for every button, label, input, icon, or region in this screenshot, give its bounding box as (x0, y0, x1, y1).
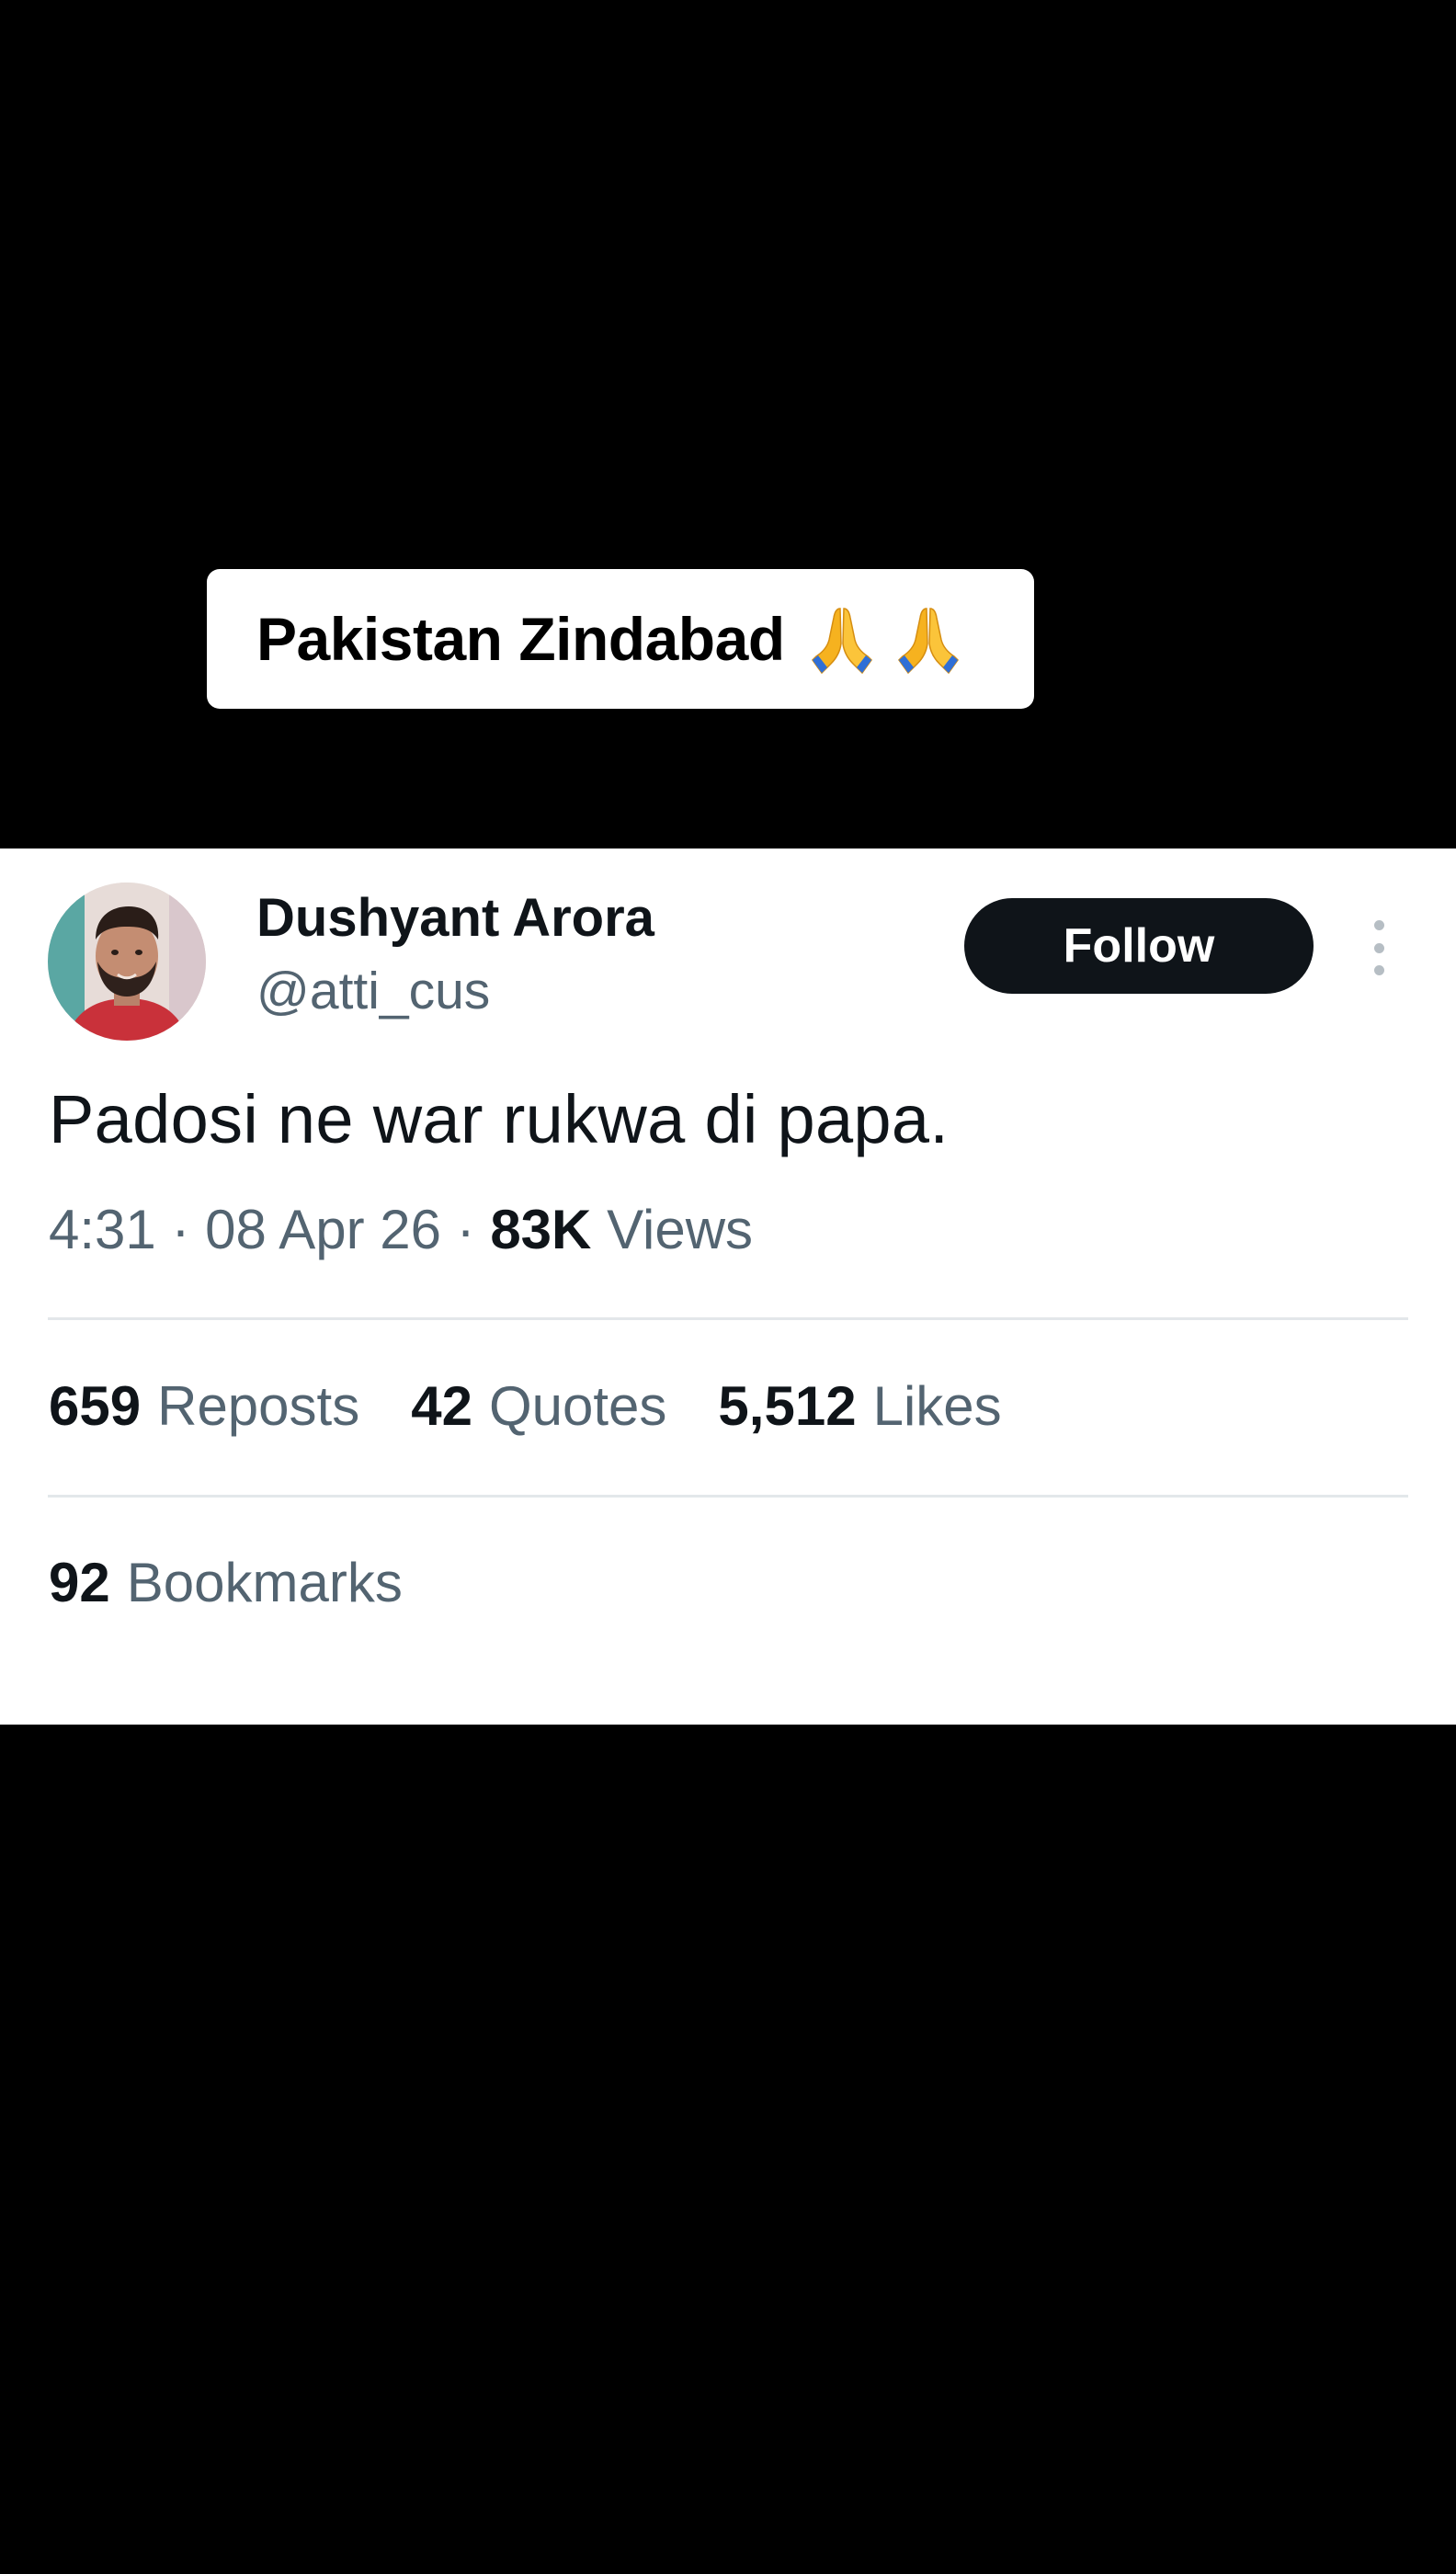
caption-text: Pakistan Zindabad (256, 605, 785, 673)
engagement-stats: 659 Reposts 42 Quotes 5,512 Likes (49, 1374, 1002, 1438)
reposts-count: 659 (49, 1375, 142, 1437)
caption-overlay: Pakistan Zindabad (207, 569, 1034, 709)
folded-hands-icon (811, 608, 872, 675)
avatar-image (48, 883, 206, 1041)
tweet-meta: 4:31 · 08 Apr 26 · 83K Views (49, 1198, 753, 1261)
likes-label: Likes (872, 1375, 1002, 1437)
quotes-count: 42 (411, 1375, 472, 1437)
divider (48, 1495, 1408, 1498)
author-name[interactable]: Dushyant Arora (256, 887, 654, 949)
more-dot (1373, 965, 1384, 975)
follow-button[interactable]: Follow (964, 898, 1314, 994)
tweet-time[interactable]: 4:31 (49, 1199, 156, 1260)
likes-count: 5,512 (718, 1375, 857, 1437)
caption-emoji-group (809, 603, 961, 675)
quotes-label: Quotes (488, 1375, 667, 1437)
views-count: 83K (490, 1199, 592, 1260)
likes-stat[interactable]: 5,512 Likes (718, 1374, 1001, 1438)
divider (48, 1317, 1408, 1320)
meta-separator: · (171, 1199, 190, 1260)
meta-separator: · (456, 1199, 475, 1260)
avatar[interactable] (48, 883, 206, 1041)
quotes-stat[interactable]: 42 Quotes (411, 1374, 666, 1438)
folded-hands-icon (897, 608, 959, 675)
more-vertical-icon[interactable] (1360, 920, 1397, 975)
bookmarks-label: Bookmarks (126, 1552, 403, 1613)
author-handle[interactable]: @atti_cus (256, 961, 490, 1021)
views-label: Views (607, 1199, 754, 1260)
reposts-label: Reposts (157, 1375, 360, 1437)
more-dot (1373, 942, 1384, 953)
reposts-stat[interactable]: 659 Reposts (49, 1374, 359, 1438)
tweet-card: Dushyant Arora @atti_cus Follow Padosi n… (0, 849, 1456, 1725)
tweet-date[interactable]: 08 Apr 26 (205, 1199, 441, 1260)
bookmarks-stat[interactable]: 92 Bookmarks (49, 1551, 403, 1614)
bookmarks-count: 92 (49, 1552, 110, 1613)
more-dot (1373, 920, 1384, 930)
tweet-text: Padosi ne war rukwa di papa. (49, 1081, 950, 1157)
